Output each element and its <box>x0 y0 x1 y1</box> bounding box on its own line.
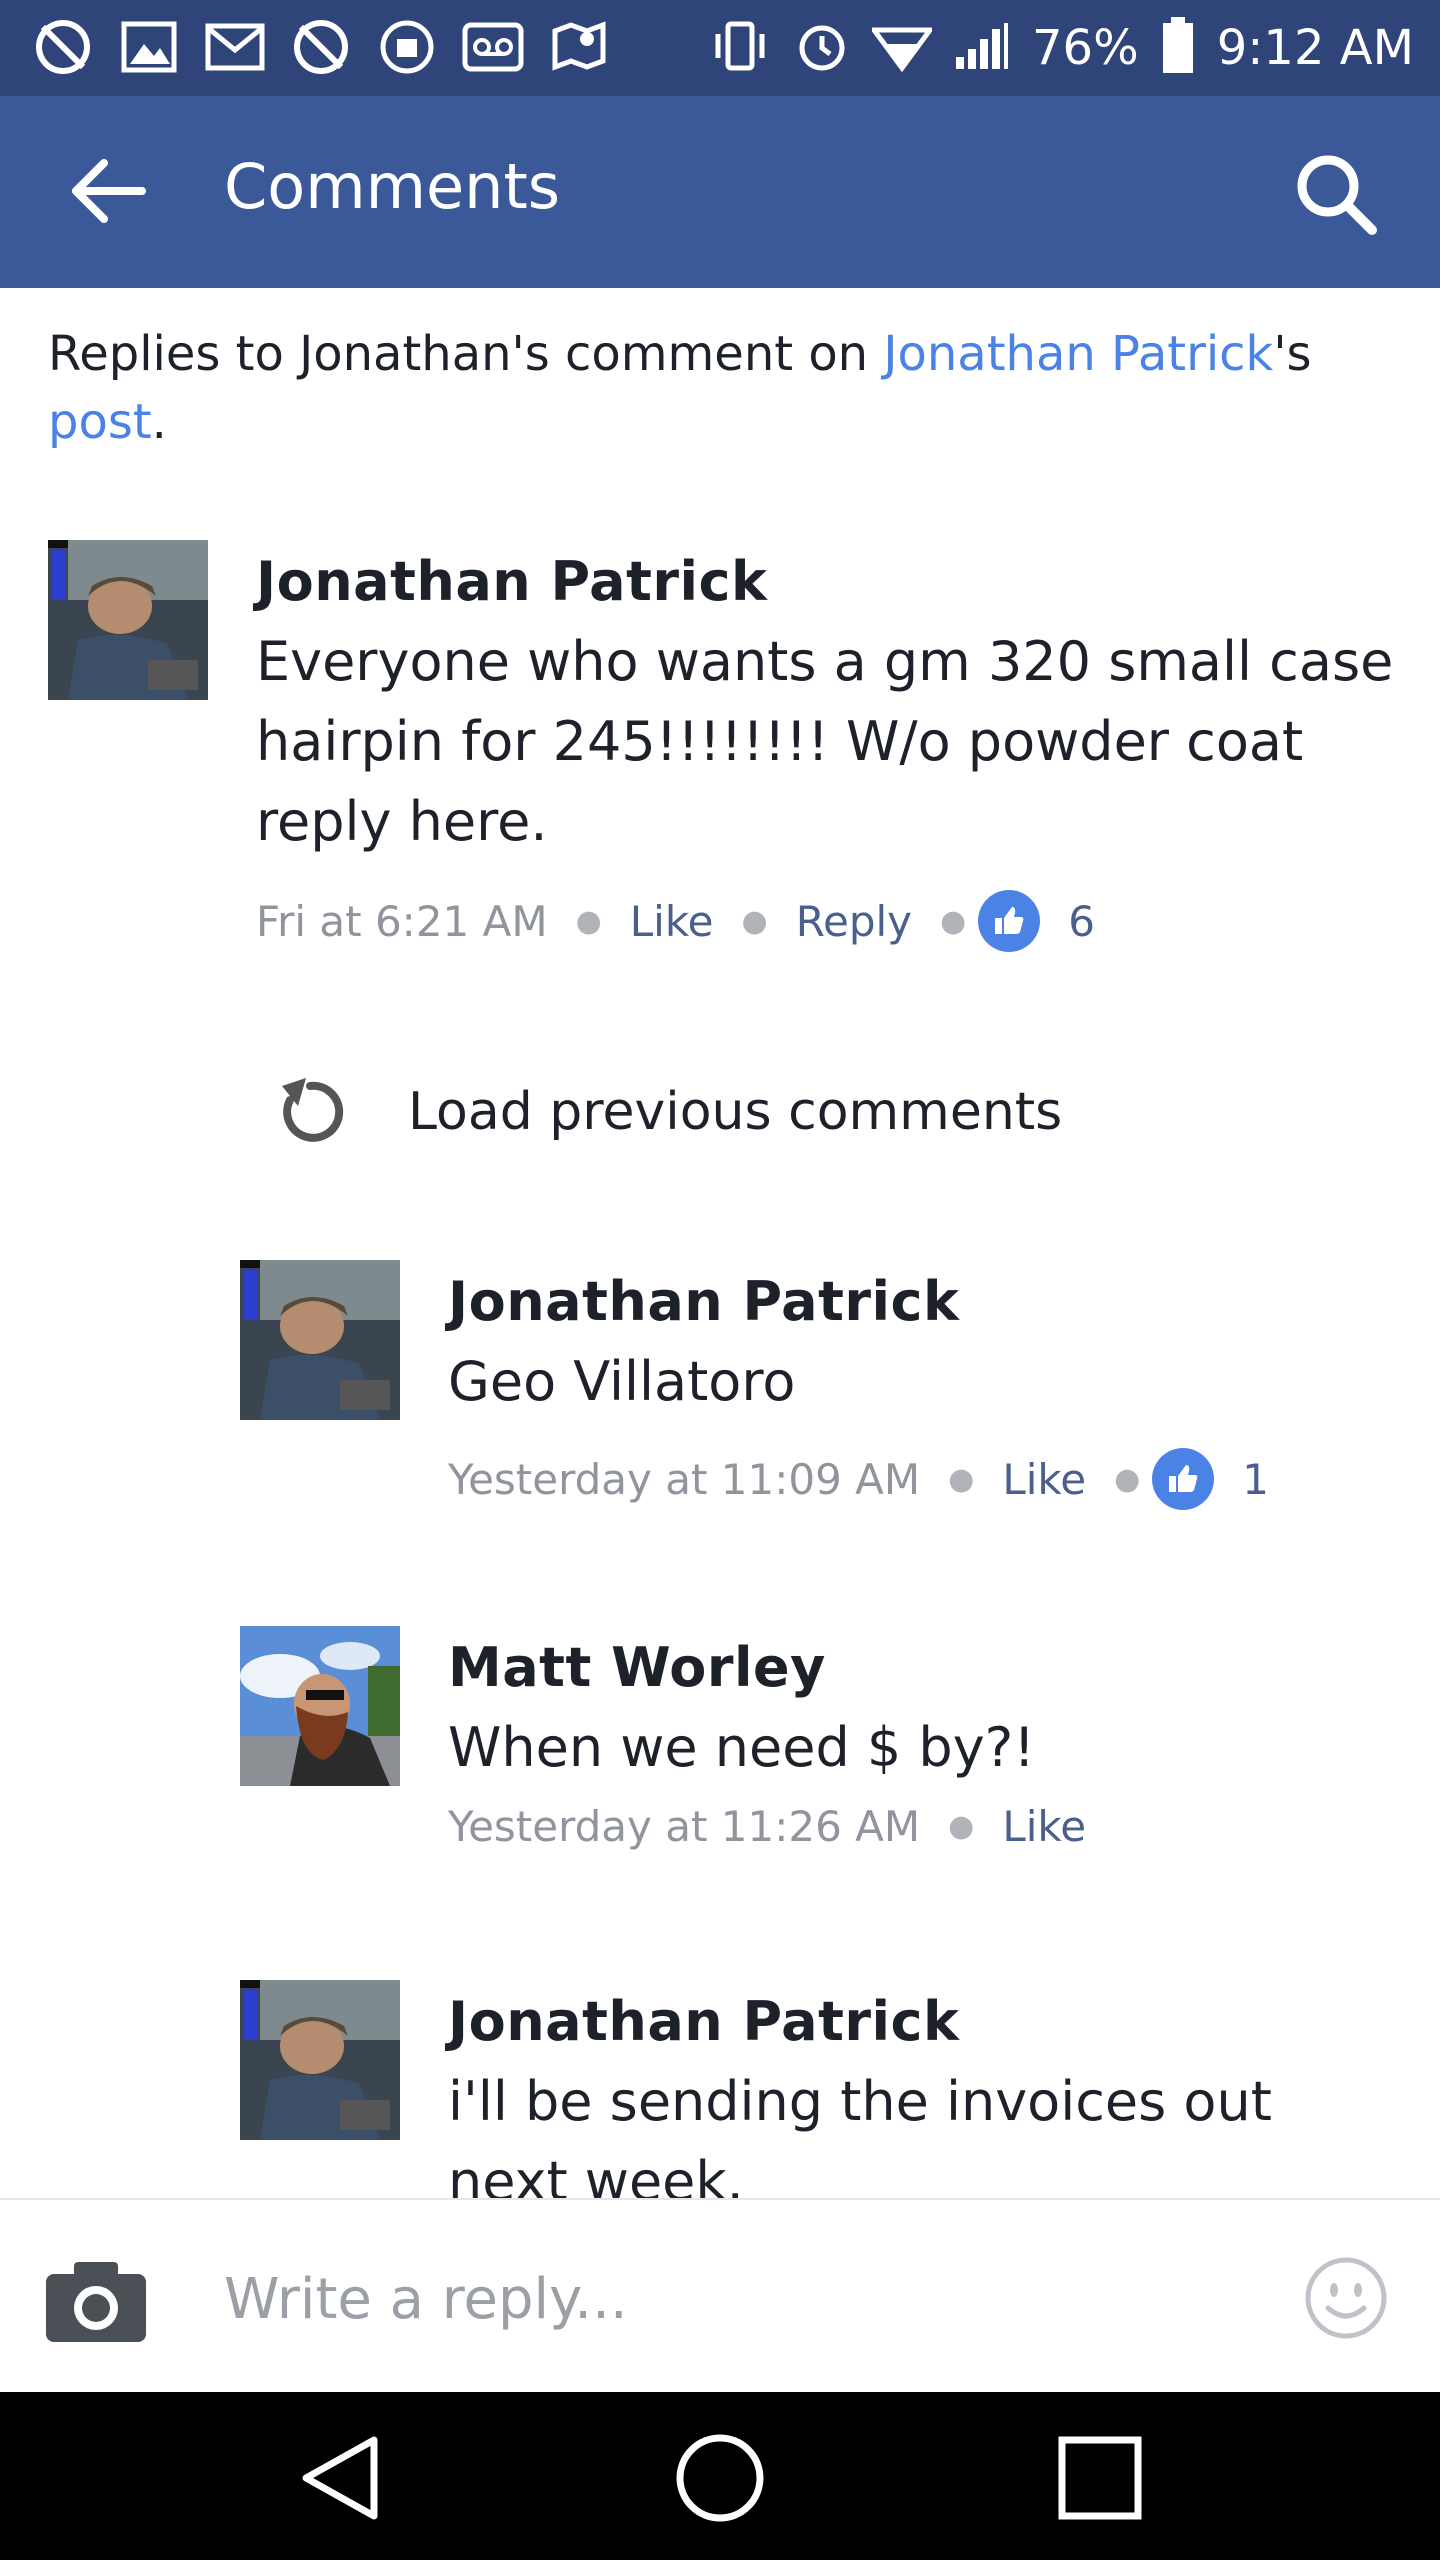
like-count[interactable]: 6 <box>1068 897 1095 946</box>
back-button[interactable] <box>66 156 148 226</box>
comment-author[interactable]: Matt Worley <box>448 1636 826 1699</box>
separator-dot: ● <box>575 903 602 939</box>
no-location-icon <box>30 14 96 80</box>
battery-percent: 76% <box>1032 20 1139 76</box>
smiley-icon <box>1305 2257 1387 2339</box>
separator-dot: ● <box>940 903 967 939</box>
profile-photo <box>240 1260 400 1420</box>
like-reaction-icon[interactable] <box>1152 1448 1215 1510</box>
comment-author[interactable]: Jonathan Patrick <box>448 1270 959 1333</box>
comment-actions: Yesterday at 11:09 AM ● Like ● 1 <box>448 1448 1269 1510</box>
system-indicators: 76% 9:12 AM <box>708 0 1414 96</box>
comment-author[interactable]: Jonathan Patrick <box>448 1990 959 2053</box>
gmail-icon <box>202 14 268 80</box>
context-possessive: 's <box>1273 326 1312 382</box>
square-recents-icon <box>1058 2436 1142 2520</box>
maps-icon <box>546 14 612 80</box>
profile-photo <box>48 540 208 700</box>
nav-recents-button[interactable] <box>1050 2428 1150 2528</box>
avatar[interactable] <box>240 1260 400 1420</box>
triangle-back-icon <box>302 2436 378 2520</box>
wifi-icon <box>869 20 935 76</box>
reply-button[interactable]: Reply <box>796 897 912 946</box>
nav-home-button[interactable] <box>670 2428 770 2528</box>
camera-button[interactable] <box>44 2260 148 2344</box>
comment-time: Yesterday at 11:26 AM <box>448 1802 921 1851</box>
voicemail-icon <box>460 14 526 80</box>
like-button[interactable]: Like <box>630 897 714 946</box>
separator-dot: ● <box>741 903 768 939</box>
app-bar: Comments <box>0 96 1440 288</box>
emoji-button[interactable] <box>1304 2256 1388 2340</box>
like-reaction-icon[interactable] <box>978 890 1041 952</box>
comment-author[interactable]: Jonathan Patrick <box>256 550 767 613</box>
android-icon <box>374 14 440 80</box>
avatar[interactable] <box>240 1980 400 2140</box>
like-count[interactable]: 1 <box>1242 1455 1269 1504</box>
replies-context: Replies to Jonathan's comment on Jonatha… <box>48 320 1388 456</box>
like-button[interactable]: Like <box>1002 1455 1086 1504</box>
comment-text: Everyone who wants a gm 320 small case h… <box>256 630 1394 853</box>
load-previous-comments[interactable]: Load previous comments <box>268 1070 1062 1154</box>
profile-photo <box>240 1626 400 1786</box>
no-location-icon <box>288 14 354 80</box>
nav-back-button[interactable] <box>290 2428 390 2528</box>
search-button[interactable] <box>1290 148 1380 238</box>
profile-photo <box>240 1980 400 2140</box>
separator-dot: ● <box>948 1461 975 1497</box>
comment-actions: Yesterday at 11:26 AM ● Like <box>448 1802 1086 1851</box>
avatar[interactable] <box>48 540 208 700</box>
load-previous-label: Load previous comments <box>408 1082 1063 1142</box>
context-prefix: Replies to Jonathan's comment on <box>48 326 884 382</box>
photo-icon <box>116 14 182 80</box>
refresh-icon <box>282 1078 344 1142</box>
page-title: Comments <box>224 150 561 223</box>
reply-composer <box>0 2198 1440 2394</box>
avatar[interactable] <box>240 1626 400 1786</box>
vibrate-icon <box>708 18 772 78</box>
notification-icons <box>30 14 612 80</box>
comment-actions: Fri at 6:21 AM ● Like ● Reply ● 6 <box>256 890 1095 952</box>
post-link[interactable]: post <box>48 394 152 450</box>
separator-dot: ● <box>1114 1461 1141 1497</box>
author-link[interactable]: Jonathan Patrick <box>883 326 1273 382</box>
like-button[interactable]: Like <box>1002 1802 1086 1851</box>
alarm-icon <box>794 18 850 78</box>
circle-home-icon <box>676 2434 764 2522</box>
battery-icon <box>1161 17 1195 79</box>
comment-text: Geo Villatoro <box>448 1350 796 1413</box>
search-icon <box>1297 155 1377 235</box>
arrow-left-icon <box>72 159 146 223</box>
comment-time: Yesterday at 11:09 AM <box>448 1454 921 1504</box>
comment-text: When we need $ by?! <box>448 1716 1035 1779</box>
system-navigation-bar <box>0 2392 1440 2560</box>
clock: 9:12 AM <box>1216 20 1414 76</box>
signal-icon <box>954 21 1010 75</box>
camera-icon <box>46 2262 146 2342</box>
context-suffix: . <box>151 394 167 450</box>
comment-time: Fri at 6:21 AM <box>256 896 548 946</box>
separator-dot: ● <box>948 1809 975 1844</box>
reply-input[interactable] <box>222 2248 1246 2350</box>
status-bar: 76% 9:12 AM <box>0 0 1440 96</box>
